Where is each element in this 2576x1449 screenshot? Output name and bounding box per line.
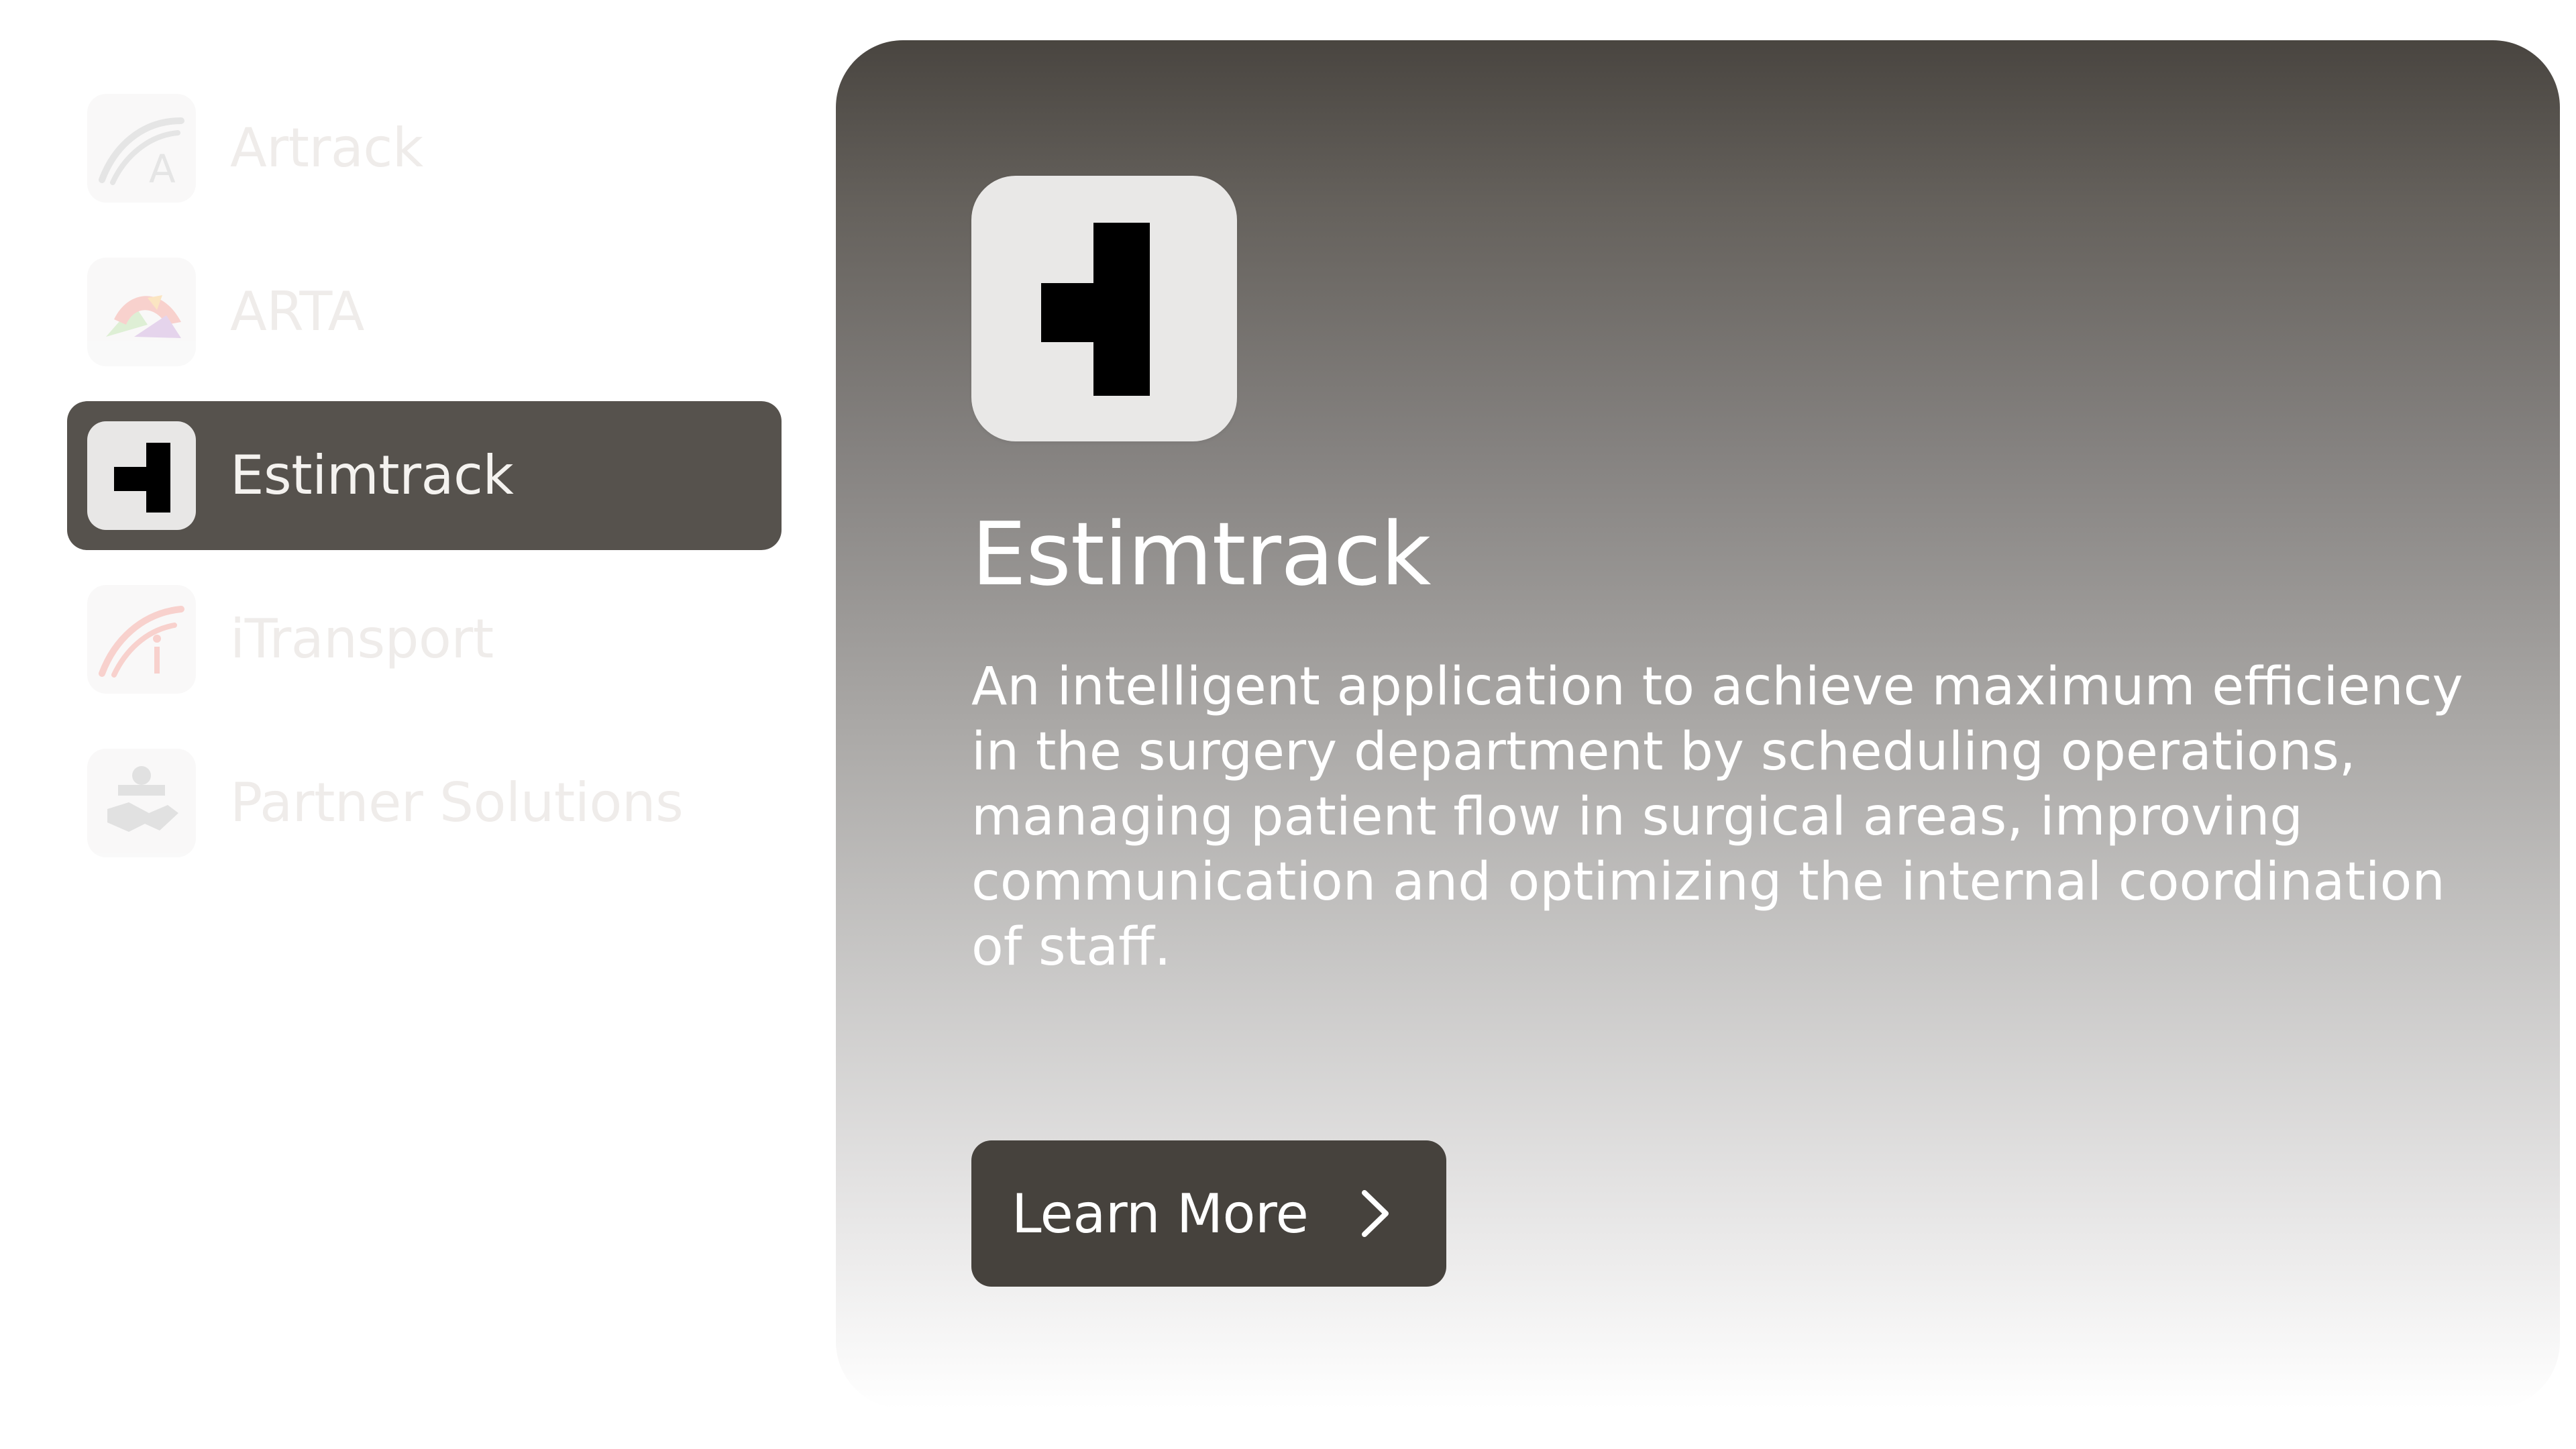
sidebar-item-label: Artrack [230,117,423,179]
arta-logo-icon [87,258,196,366]
svg-text:A: A [149,146,176,192]
sidebar-item-label: Estimtrack [230,444,514,506]
product-description: An intelligent application to achieve ma… [971,657,2463,977]
sidebar-item-label: Partner Solutions [230,771,684,834]
sidebar-item-artrack[interactable]: A Artrack [67,74,782,223]
sidebar-item-partner-solutions[interactable]: Partner Solutions [67,729,782,877]
sidebar-item-estimtrack[interactable]: Estimtrack [67,401,782,550]
chevron-right-icon [1362,1190,1389,1237]
learn-more-label: Learn More [1012,1182,1309,1245]
learn-more-button[interactable]: Learn More [971,1140,1446,1287]
product-title: Estimtrack [971,503,1431,605]
sidebar-item-arta[interactable]: ARTA [67,237,782,386]
handshake-icon [87,749,196,857]
sidebar-item-itransport[interactable]: iTransport [67,565,782,714]
estimtrack-logo-icon [87,421,196,530]
artrack-logo-icon: A [87,94,196,203]
sidebar-item-label: ARTA [230,280,364,343]
sidebar-item-label: iTransport [230,608,494,670]
estimtrack-logo-icon [971,176,1237,441]
itransport-logo-icon [87,585,196,694]
product-detail-card: Estimtrack An intelligent application to… [836,40,2560,1409]
product-sidebar: A Artrack ARTA Estimtrack iTransport Par… [67,74,782,892]
